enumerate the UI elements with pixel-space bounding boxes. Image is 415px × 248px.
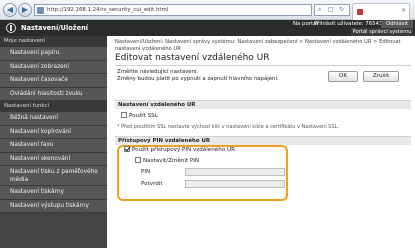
app-header: Nastavení/Uložení Na portál Přihlásit už…: [0, 20, 415, 36]
sidebar-item-copy[interactable]: Nastavení kopírování: [0, 125, 107, 139]
sidebar-item-printer[interactable]: Nastavení tiskárny: [0, 186, 107, 200]
breadcrumb: Nastavení/Uložení: Nastavení správy syst…: [115, 39, 401, 52]
confirm-pin-label: Potvrdit: [141, 181, 163, 187]
instruction-line-1: Změňte následující nastavení.: [117, 69, 199, 75]
sidebar: Moje nastavení Nastavení papíru Nastaven…: [0, 36, 107, 248]
logged-in-user: Přihlásit uživatele: 7654321: [314, 21, 390, 27]
sidebar-item-scan[interactable]: Nastavení skenování: [0, 152, 107, 166]
set-pin-checkbox[interactable]: [135, 157, 141, 163]
sidebar-item-display[interactable]: Nastavení zobrazení: [0, 60, 107, 74]
pin-label: PIN: [141, 169, 151, 175]
sidebar-item-fax[interactable]: Nastavení faxu: [0, 139, 107, 153]
title-divider: [115, 65, 411, 66]
main-content: Nastavení/Uložení: Nastavení správy syst…: [107, 36, 415, 248]
page-icon: [37, 7, 44, 14]
browser-toolbar: ◀ ▶ http://192.168.1.24/rs_security_cui_…: [0, 0, 415, 20]
sidebar-section-my-settings: Moje nastavení: [0, 36, 107, 47]
address-tools: ⌕ □ ↻: [314, 4, 350, 16]
arrow-right-icon: ▶: [21, 5, 29, 14]
set-pin-row[interactable]: Nastavit/Změnit PIN: [135, 157, 199, 165]
close-icon[interactable]: ✕: [401, 7, 406, 14]
admin-portal-button[interactable]: Portál správci systému: [351, 28, 413, 36]
search-icon[interactable]: ⌕: [318, 6, 321, 14]
arrow-left-icon: ◀: [6, 5, 14, 14]
use-pin-label: Použít přístupový PIN vzdáleného UR: [132, 147, 235, 153]
instruction-line-2: Změny budou platit po vypnutí a zapnutí …: [117, 75, 279, 82]
refresh-icon[interactable]: ↻: [339, 6, 344, 13]
address-url: http://192.168.1.24/rs_security_cui_edit…: [47, 7, 169, 13]
use-ssl-label: Použít SSL: [129, 113, 158, 119]
browser-tab[interactable]: ✕: [352, 3, 410, 20]
lock-icon[interactable]: □: [328, 6, 334, 13]
use-pin-row[interactable]: Použít přístupový PIN vzdáleného UR: [124, 146, 235, 154]
tab-favicon-icon: [357, 9, 363, 15]
settings-logo-icon: [6, 23, 16, 33]
use-pin-checkbox[interactable]: [124, 146, 130, 152]
confirm-pin-input[interactable]: [185, 180, 285, 188]
site-title: Nastavení/Uložení: [21, 24, 89, 32]
section-access-pin: Přístupový PIN vzdáleného UR: [115, 136, 411, 145]
instruction-text: Změňte následující nastavení. Změny budo…: [117, 69, 317, 83]
use-ssl-checkbox[interactable]: [121, 112, 127, 118]
sidebar-item-common[interactable]: Běžná nastavení: [0, 112, 107, 126]
set-pin-label: Nastavit/Změnit PIN: [143, 158, 200, 164]
address-bar[interactable]: http://192.168.1.24/rs_security_cui_edit…: [34, 4, 312, 16]
sidebar-item-paper[interactable]: Nastavení papíru: [0, 47, 107, 61]
cancel-button[interactable]: Zrušit: [363, 71, 399, 82]
ssl-note: * Před použitím SSL nastavte výchozí klí…: [117, 124, 339, 130]
sidebar-item-volume[interactable]: Ovládání hlasitosti zvuku: [0, 87, 107, 101]
sidebar-section-functions: Nastavení funkcí: [0, 101, 107, 112]
sidebar-item-printer-output[interactable]: Nastavení výstupu tiskárny: [0, 199, 107, 213]
use-ssl-row[interactable]: Použít SSL: [121, 112, 158, 120]
ok-button[interactable]: OK: [328, 71, 358, 82]
sidebar-item-media-print[interactable]: Nastavení tisku z paměťového média: [0, 166, 107, 186]
back-button[interactable]: ◀: [3, 3, 17, 17]
logout-button[interactable]: Odhlásit: [381, 20, 413, 28]
page-title: Editovat nastavení vzdáleného UR: [115, 53, 270, 63]
forward-button[interactable]: ▶: [18, 3, 32, 17]
section-remote-ui: Nastavení vzdáleného UR: [115, 100, 411, 109]
sidebar-item-timer[interactable]: Nastavení časovače: [0, 74, 107, 88]
pin-input[interactable]: [185, 168, 285, 176]
